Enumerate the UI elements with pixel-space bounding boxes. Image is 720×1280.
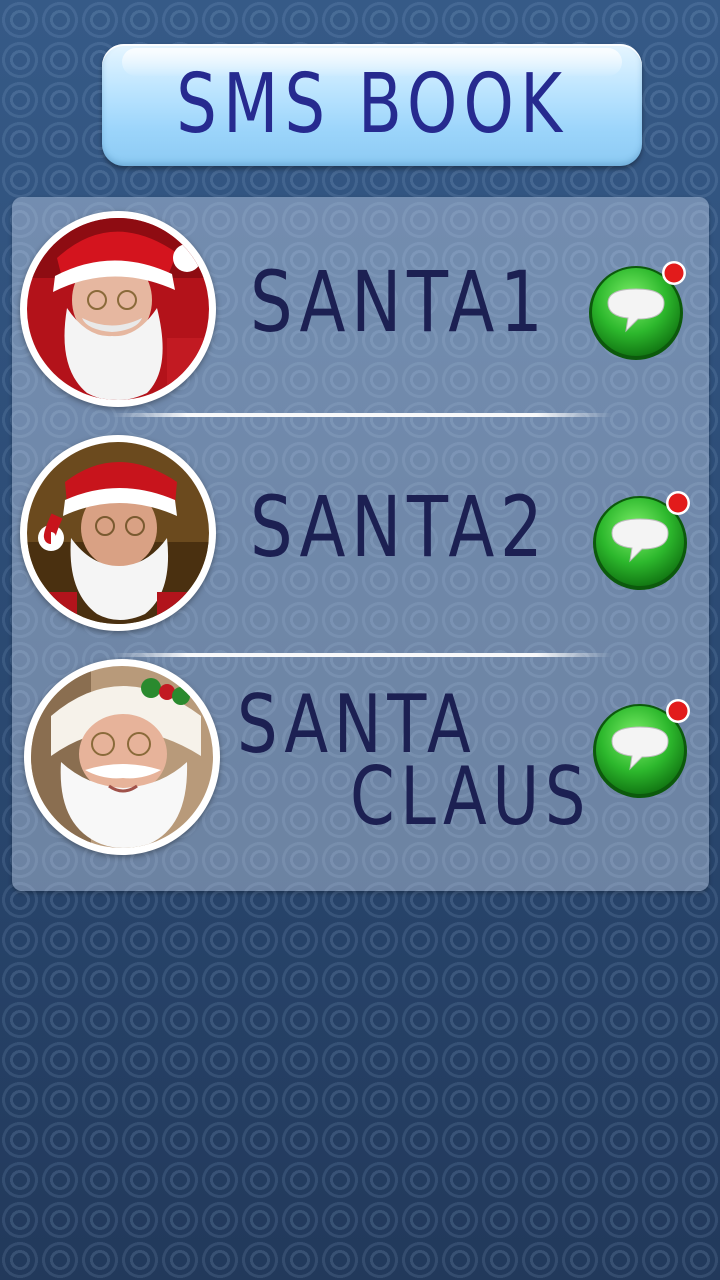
sms-button[interactable] [586, 259, 690, 363]
santa-portrait-icon [27, 442, 209, 624]
sms-bubble-icon [589, 261, 686, 360]
sms-bubble-icon [593, 699, 690, 798]
avatar[interactable] [20, 211, 216, 407]
app-header: SMS BOOK [102, 44, 642, 166]
contact-name: SANTA2 [250, 478, 549, 576]
sms-bubble-icon [593, 491, 690, 590]
notification-dot [668, 493, 688, 513]
contact-row-santa2[interactable]: SANTA2 [12, 419, 709, 643]
contact-name-line-2: CLAUS [350, 750, 592, 843]
notification-dot [668, 701, 688, 721]
notification-dot [664, 263, 684, 283]
contact-list: SANTA1 SANTA2 SANTA CLAUS [12, 197, 709, 891]
sms-button[interactable] [590, 489, 694, 593]
santa-portrait-icon [31, 666, 213, 848]
contact-row-santa1[interactable]: SANTA1 [12, 197, 709, 421]
sms-button[interactable] [590, 697, 694, 801]
avatar[interactable] [24, 659, 220, 855]
avatar[interactable] [20, 435, 216, 631]
page-title: SMS BOOK [175, 57, 569, 152]
contact-name: SANTA1 [250, 253, 549, 351]
divider [112, 413, 612, 417]
contact-row-santa-claus[interactable]: SANTA CLAUS [12, 641, 709, 865]
santa-portrait-icon [27, 218, 209, 400]
